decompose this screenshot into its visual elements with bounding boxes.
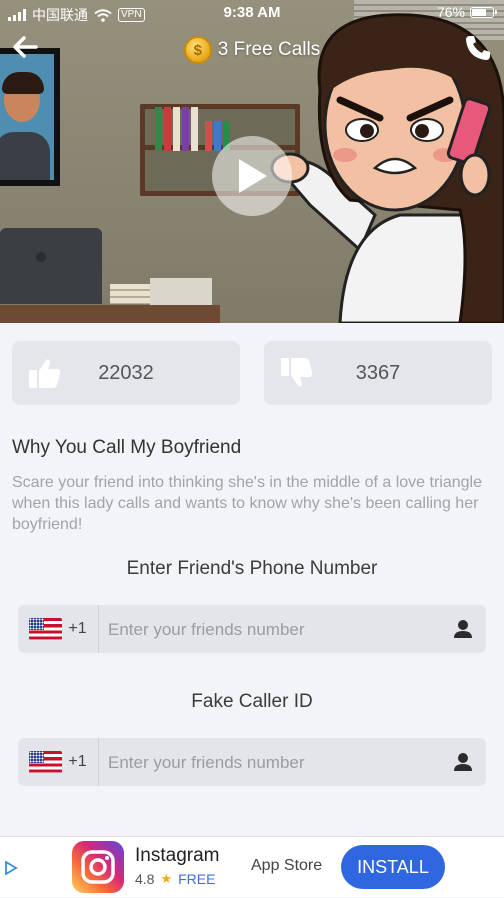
dislike-button[interactable]: 3367 <box>264 341 492 405</box>
ad-store-name: App Store <box>251 857 323 874</box>
coin-icon: $ <box>183 36 212 64</box>
ad-choices-icon[interactable] <box>4 861 18 875</box>
friend-phone-input[interactable] <box>106 605 440 655</box>
book-stack <box>110 284 150 304</box>
us-flag-icon <box>29 751 63 773</box>
contact-picker-icon[interactable] <box>452 618 474 640</box>
status-time: 9:38 AM <box>223 4 281 21</box>
ad-banner[interactable]: Instagram 4.8 ★ FREE App Store INSTALL <box>0 836 504 897</box>
picture-frame <box>0 48 60 186</box>
like-button[interactable]: 22032 <box>12 341 240 405</box>
ad-price: FREE <box>178 871 216 887</box>
status-bar: 中国联通 VPN 9:38 AM 76% <box>0 0 504 26</box>
play-icon <box>239 159 267 193</box>
caller-id-label: Fake Caller ID <box>191 691 313 712</box>
star-icon: ★ <box>160 871 173 886</box>
prank-title: Why You Call My Boyfriend <box>12 437 242 458</box>
friend-phone-field: +1 <box>18 605 486 655</box>
desk-box <box>150 278 212 306</box>
instagram-app-icon[interactable] <box>72 841 124 893</box>
laptop <box>0 228 102 304</box>
ad-rating: 4.8 ★ FREE <box>135 871 215 887</box>
caller-id-input[interactable] <box>106 738 440 788</box>
phone-icon[interactable] <box>464 34 492 62</box>
battery-percent: 76% <box>436 4 465 20</box>
ad-app-name: Instagram <box>135 845 220 866</box>
country-code: +1 <box>68 620 87 637</box>
country-picker[interactable]: +1 <box>18 738 99 786</box>
country-picker[interactable]: +1 <box>18 605 99 653</box>
free-calls-label: 3 Free Calls <box>217 39 321 60</box>
dislike-count: 3367 <box>355 361 401 384</box>
caller-id-field: +1 <box>18 738 486 788</box>
contact-picker-icon[interactable] <box>452 751 474 773</box>
friend-phone-label: Enter Friend's Phone Number <box>126 558 378 579</box>
country-code: +1 <box>68 753 87 770</box>
desk <box>0 305 220 323</box>
battery-icon <box>470 6 497 18</box>
rating-value: 4.8 <box>135 871 155 887</box>
install-button[interactable]: INSTALL <box>341 845 445 889</box>
play-button[interactable] <box>212 136 292 216</box>
like-count: 22032 <box>98 361 154 384</box>
prank-description: Scare your friend into thinking she's in… <box>12 474 482 533</box>
free-calls-counter: $ 3 Free Calls <box>0 36 504 64</box>
us-flag-icon <box>29 618 63 640</box>
